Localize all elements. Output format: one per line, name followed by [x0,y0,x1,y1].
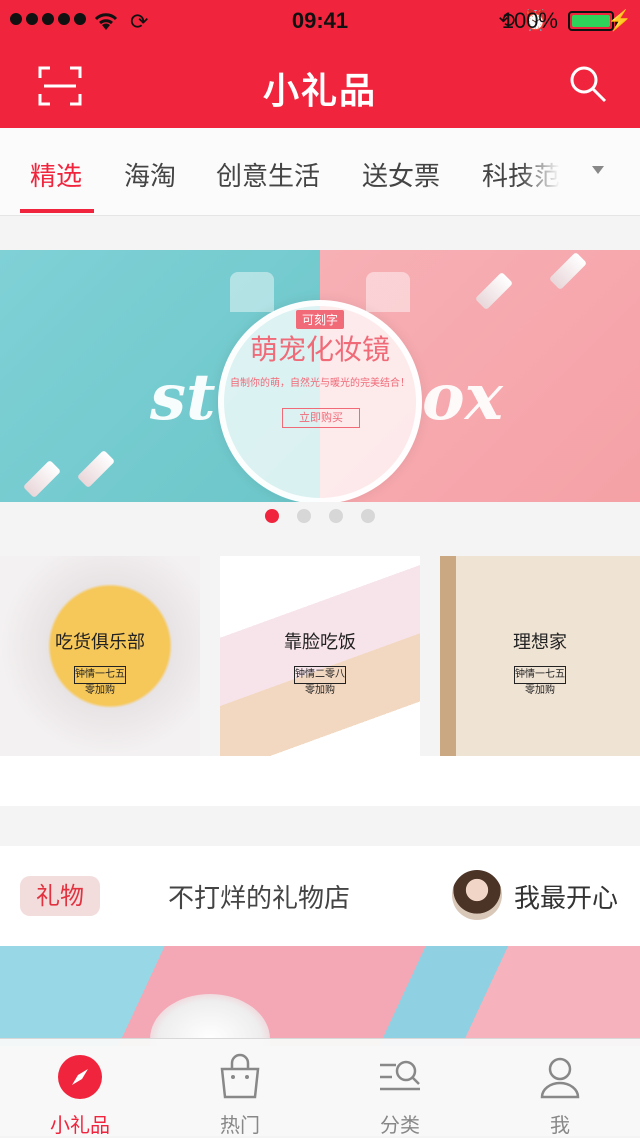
category-tabs: 精选 海淘 创意生活 送女票 科技范 [0,128,640,216]
compass-icon [58,1055,102,1099]
page-title: 小礼品 [262,71,377,112]
category-card-beauty[interactable]: 靠脸吃饭 钟情二零八零加购 [220,556,420,756]
category-cards: 吃货俱乐部 钟情一七五零加购 靠脸吃饭 钟情二零八零加购 理想家 钟情一七五零加… [0,556,640,756]
shop-name: 不打烊的礼物店 [168,884,351,914]
charging-icon: ⚡ [607,10,632,32]
active-tab-indicator [20,209,94,213]
battery-percent: 100% [501,8,558,33]
category-card-snacks[interactable]: 吃货俱乐部 钟情一七五零加购 [0,556,200,756]
tab-haitao[interactable]: 海淘 [124,156,176,193]
banner-product-title: 萌宠化妆镜 [249,333,390,366]
tabbar-item-category[interactable]: 分类 [320,1039,480,1137]
page-dot[interactable] [329,509,343,523]
page-dot[interactable] [361,509,375,523]
tab-jingxuan[interactable]: 精选 [30,156,82,193]
banner-subtitle: 自制你的萌，自然光与暖光的完美结合！ [230,378,410,389]
person-icon [540,1057,580,1099]
tab-creative-life[interactable]: 创意生活 [216,156,320,193]
buy-now-button[interactable]: 立即购买 [282,408,360,428]
tabbar-label: 热门 [220,1113,260,1137]
app-header: 小礼品 [0,40,640,128]
search-icon[interactable] [568,64,608,104]
shop-header[interactable]: 礼物 不打烊的礼物店 我最开心 [0,846,640,946]
category-card-label: 理想家 [513,632,567,653]
category-card-label: 吃货俱乐部 [55,632,145,653]
category-card-label: 靠脸吃饭 [284,632,356,653]
avatar[interactable] [452,870,502,920]
banner-pagination [0,502,640,536]
banner-decorative-text-left: st [150,360,216,435]
tabbar-label: 分类 [380,1113,420,1137]
banner-decorative-text-right: ox [422,360,503,435]
tabbar-item-gifts[interactable]: 小礼品 [0,1039,160,1137]
feature-image[interactable] [0,946,640,1046]
tab-for-girlfriend[interactable]: 送女票 [362,156,440,193]
shopping-bag-icon [220,1053,260,1099]
promo-banner[interactable]: st ox 可刻字 萌宠化妆镜 自制你的萌，自然光与暖光的完美结合！ 立即购买 [0,250,640,502]
category-card-button[interactable]: 钟情一七五零加购 [74,666,126,696]
category-card-button[interactable]: 钟情二零八零加购 [294,666,346,696]
tabbar-label: 小礼品 [50,1113,110,1137]
page-dot[interactable] [265,509,279,523]
status-bar: ⟳ 09:41 ⟲ ⏰ 100% ⚡ [0,0,640,40]
tabbar-item-hot[interactable]: 热门 [160,1039,320,1137]
bottom-tab-bar: 小礼品 热门 分类 我 [0,1038,640,1137]
category-card-button[interactable]: 钟情一七五零加购 [514,666,566,696]
chevron-down-icon[interactable] [592,166,604,174]
category-search-icon [380,1060,420,1091]
user-name[interactable]: 我最开心 [514,878,618,915]
gift-badge: 礼物 [20,876,100,916]
engraving-tag: 可刻字 [296,310,345,329]
category-card-home[interactable]: 理想家 钟情一七五零加购 [440,556,640,756]
tabbar-item-me[interactable]: 我 [480,1039,640,1137]
page-dot[interactable] [297,509,311,523]
tabbar-label: 我 [550,1113,570,1137]
